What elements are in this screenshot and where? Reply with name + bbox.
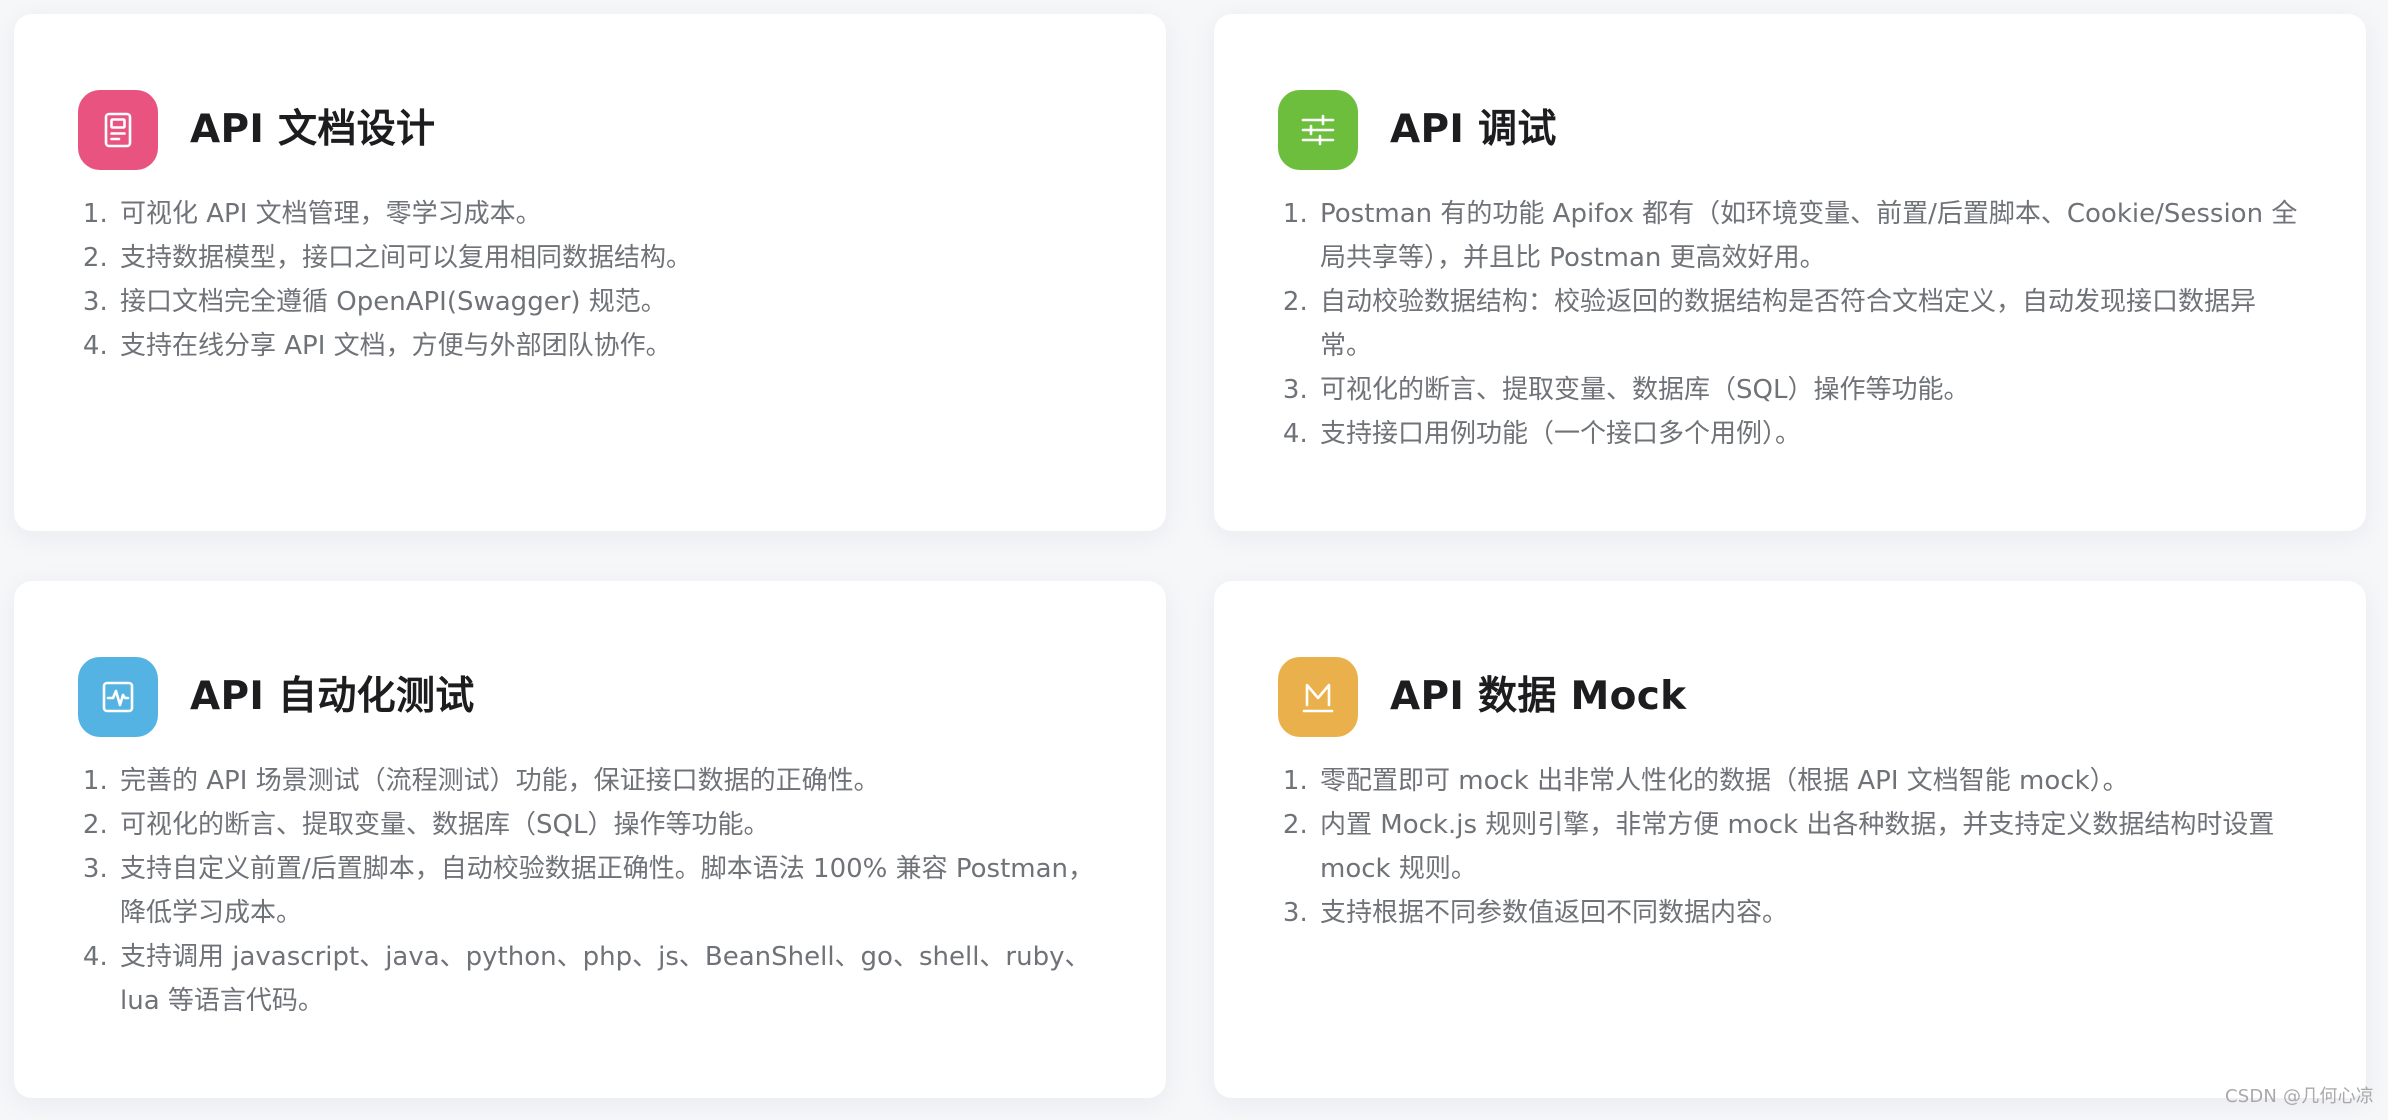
- list-item: 自动校验数据结构：校验返回的数据结构是否符合文档定义，自动发现接口数据异常。: [1316, 280, 2306, 368]
- card-title: API 自动化测试: [190, 673, 475, 719]
- feature-card-api-debug: API 调试 Postman 有的功能 Apifox 都有（如环境变量、前置/后…: [1214, 14, 2366, 531]
- watermark: CSDN @几何心凉: [2224, 1086, 2374, 1107]
- list-item: 可视化 API 文档管理，零学习成本。: [116, 192, 1106, 236]
- card-header: API 调试: [1278, 90, 2306, 170]
- feature-list: Postman 有的功能 Apifox 都有（如环境变量、前置/后置脚本、Coo…: [1278, 192, 2306, 456]
- card-header: API 文档设计: [78, 90, 1106, 170]
- feature-card-api-data-mock: API 数据 Mock 零配置即可 mock 出非常人性化的数据（根据 API …: [1214, 581, 2366, 1098]
- list-item: 支持自定义前置/后置脚本，自动校验数据正确性。脚本语法 100% 兼容 Post…: [116, 847, 1106, 935]
- list-item: 支持接口用例功能（一个接口多个用例）。: [1316, 412, 2306, 456]
- document-icon: [78, 90, 158, 170]
- pulse-icon: [78, 657, 158, 737]
- feature-list: 零配置即可 mock 出非常人性化的数据（根据 API 文档智能 mock）。 …: [1278, 759, 2306, 935]
- feature-list: 完善的 API 场景测试（流程测试）功能，保证接口数据的正确性。 可视化的断言、…: [78, 759, 1106, 1023]
- card-header: API 数据 Mock: [1278, 657, 2306, 737]
- sliders-icon: [1278, 90, 1358, 170]
- list-item: 支持在线分享 API 文档，方便与外部团队协作。: [116, 324, 1106, 368]
- card-title: API 调试: [1390, 106, 1557, 152]
- feature-card-api-automation-test: API 自动化测试 完善的 API 场景测试（流程测试）功能，保证接口数据的正确…: [14, 581, 1166, 1098]
- list-item: Postman 有的功能 Apifox 都有（如环境变量、前置/后置脚本、Coo…: [1316, 192, 2306, 280]
- card-title: API 文档设计: [190, 106, 436, 152]
- mock-m-icon: [1278, 657, 1358, 737]
- list-item: 支持调用 javascript、java、python、php、js、BeanS…: [116, 935, 1106, 1023]
- feature-list: 可视化 API 文档管理，零学习成本。 支持数据模型，接口之间可以复用相同数据结…: [78, 192, 1106, 368]
- list-item: 可视化的断言、提取变量、数据库（SQL）操作等功能。: [116, 803, 1106, 847]
- list-item: 内置 Mock.js 规则引擎，非常方便 mock 出各种数据，并支持定义数据结…: [1316, 803, 2306, 891]
- card-title: API 数据 Mock: [1390, 673, 1687, 719]
- list-item: 支持数据模型，接口之间可以复用相同数据结构。: [116, 236, 1106, 280]
- list-item: 完善的 API 场景测试（流程测试）功能，保证接口数据的正确性。: [116, 759, 1106, 803]
- list-item: 零配置即可 mock 出非常人性化的数据（根据 API 文档智能 mock）。: [1316, 759, 2306, 803]
- card-header: API 自动化测试: [78, 657, 1106, 737]
- feature-card-api-doc-design: API 文档设计 可视化 API 文档管理，零学习成本。 支持数据模型，接口之间…: [14, 14, 1166, 531]
- list-item: 支持根据不同参数值返回不同数据内容。: [1316, 891, 2306, 935]
- list-item: 接口文档完全遵循 OpenAPI(Swagger) 规范。: [116, 280, 1106, 324]
- feature-cards-grid: API 文档设计 可视化 API 文档管理，零学习成本。 支持数据模型，接口之间…: [14, 14, 2366, 1098]
- list-item: 可视化的断言、提取变量、数据库（SQL）操作等功能。: [1316, 368, 2306, 412]
